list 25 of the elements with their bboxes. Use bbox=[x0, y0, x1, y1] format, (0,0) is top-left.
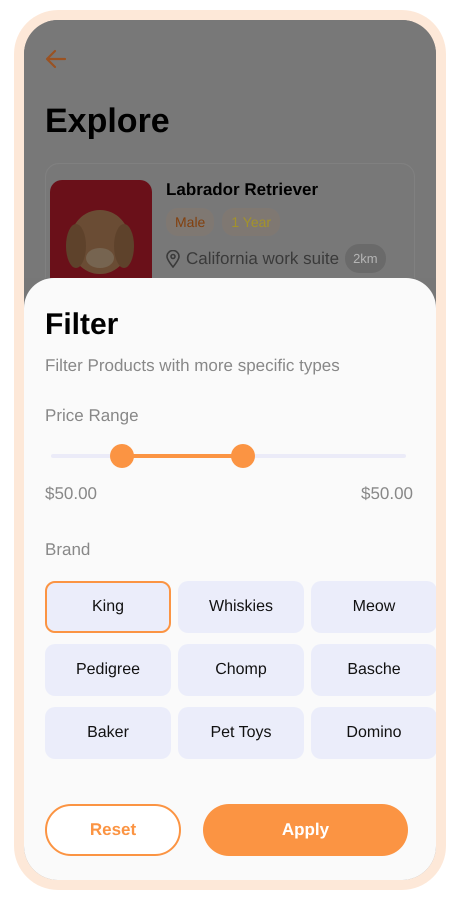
tag: Male bbox=[166, 208, 214, 236]
min-price: $50.00 bbox=[45, 484, 97, 504]
slider-thumb[interactable] bbox=[110, 444, 134, 468]
brand-chip[interactable]: Basche bbox=[311, 644, 436, 696]
sheet-subtitle: Filter Products with more specific types bbox=[45, 356, 341, 376]
brand-chip[interactable]: Pet Toys bbox=[178, 707, 304, 759]
brand-chip[interactable]: Pedigree bbox=[45, 644, 171, 696]
slider-thumb[interactable] bbox=[230, 444, 255, 468]
location-pin-icon bbox=[166, 250, 180, 268]
brand-chip[interactable]: Whiskies bbox=[178, 581, 304, 633]
sheet-title: Filter bbox=[45, 308, 120, 342]
page-title: Explore bbox=[45, 102, 171, 141]
brand-chip[interactable]: Domino bbox=[311, 707, 436, 759]
pet-name: Labrador Retriever bbox=[166, 180, 320, 200]
location-text: California work suite bbox=[186, 248, 340, 268]
brand-chip[interactable]: Chomp bbox=[178, 644, 304, 696]
brand-chip[interactable]: Baker bbox=[45, 707, 171, 759]
back-arrow-icon[interactable] bbox=[45, 48, 67, 70]
brand-label: Brand bbox=[45, 540, 92, 560]
tag: 1 Year bbox=[222, 208, 280, 236]
price-label: Price Range bbox=[45, 406, 140, 426]
distance-badge: 2km bbox=[345, 244, 386, 273]
max-price: $50.00 bbox=[361, 484, 413, 504]
brand-chip[interactable]: Meow bbox=[311, 581, 436, 633]
brand-chip[interactable]: King bbox=[45, 581, 171, 633]
